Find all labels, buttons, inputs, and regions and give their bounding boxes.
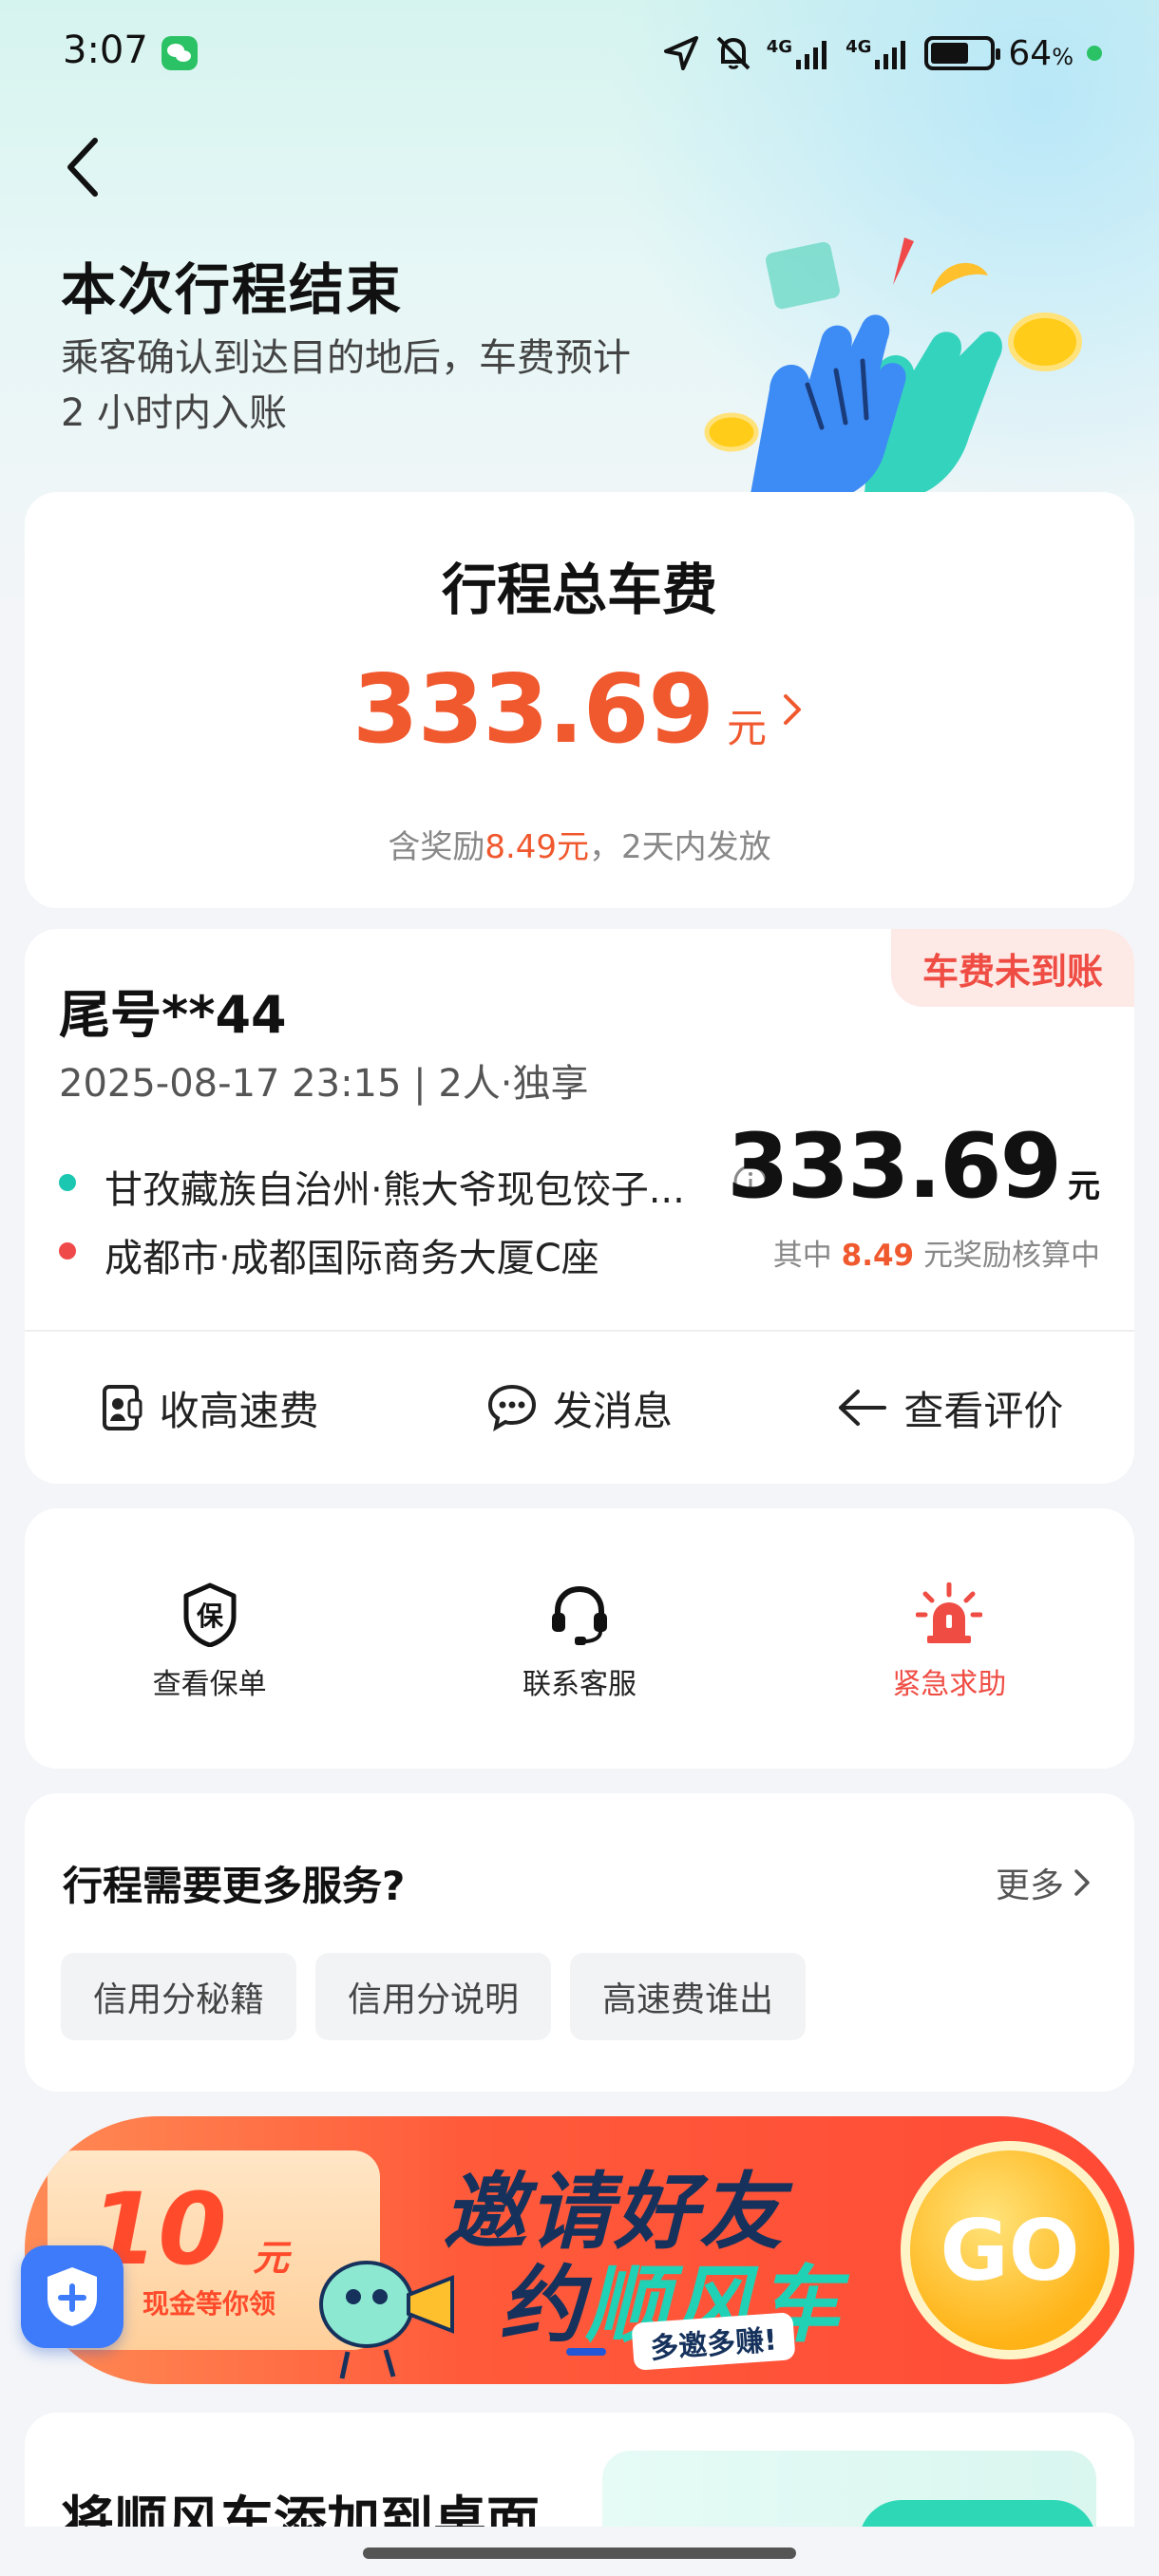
service-chips: 信用分秘籍 信用分说明 高速费谁出 [61, 1953, 807, 2040]
fare-summary-card: 行程总车费 333.69 元 含奖励8.49元，2天内发放 [25, 492, 1134, 908]
fare-amount: 333.69 [352, 653, 714, 765]
collect-toll-button[interactable]: 收高速费 [25, 1332, 394, 1484]
route-origin: 甘孜藏族自治州·熊大爷现包饺子... [104, 1168, 685, 1212]
trip-amount: 333.69 元 [727, 1115, 1100, 1219]
signal-bars-icon [875, 41, 906, 69]
page-subtitle: 乘客确认到达目的地后，车费预计 2 小时内入账 [61, 336, 631, 435]
home-indicator[interactable] [363, 2548, 796, 2559]
route-destination: 成都市·成都国际商务大厦C座 [104, 1237, 599, 1280]
view-insurance-button[interactable]: 保 查看保单 [25, 1508, 394, 1769]
network-type-1: 4G [766, 37, 793, 57]
chevron-right-icon [783, 693, 801, 725]
trip-actions: 收高速费 发消息 查看评价 [25, 1332, 1134, 1484]
trip-amount-unit: 元 [1068, 1167, 1100, 1205]
collect-toll-label: 收高速费 [159, 1387, 319, 1434]
destination-dot-icon [59, 1242, 76, 1260]
fare-bonus-note: 含奖励8.49元，2天内发放 [388, 828, 771, 866]
view-insurance-label: 查看保单 [152, 1668, 267, 1701]
signal-group-2: 4G [846, 37, 911, 69]
chevron-left-icon [67, 138, 98, 197]
go-button[interactable]: GO [901, 2141, 1119, 2359]
battery-icon [924, 36, 1001, 70]
contact-support-button[interactable]: 联系客服 [394, 1508, 764, 1769]
fare-amount-link[interactable]: 333.69 元 [25, 653, 1134, 765]
passenger-tail-number: 尾号**44 [59, 985, 287, 1045]
safety-shield-button[interactable] [21, 2245, 124, 2348]
status-time: 3:07 [63, 28, 148, 72]
view-review-button[interactable]: 查看评价 [765, 1332, 1134, 1484]
insurance-badge-text: 保 [197, 1601, 224, 1632]
emergency-help-label: 紧急求助 [892, 1668, 1007, 1701]
fare-title: 行程总车费 [441, 558, 717, 622]
trip-amount-value: 333.69 [727, 1115, 1062, 1219]
services-more-link[interactable]: 更多 [996, 1858, 1092, 1907]
trip-detail-card[interactable]: 车费未到账 尾号**44 2025-08-17 23:15 | 2人·独享 甘孜… [25, 929, 1134, 1484]
trip-bonus-note: 其中 8.49 元奖励核算中 [772, 1239, 1100, 1273]
page-title: 本次行程结束 [61, 257, 404, 322]
battery-level [931, 43, 968, 64]
view-review-label: 查看评价 [903, 1387, 1064, 1434]
status-indicators: 4G 4G 64% [662, 32, 1102, 74]
chip-toll-who-pays[interactable]: 高速费谁出 [570, 1953, 807, 2040]
bell-muted-icon [716, 36, 750, 70]
emergency-help-button[interactable]: 紧急求助 [765, 1508, 1134, 1769]
status-badge: 车费未到账 [891, 929, 1134, 1007]
contact-support-label: 联系客服 [522, 1668, 636, 1701]
coupon-unit: 元 [253, 2237, 290, 2279]
alarm-siren-icon [916, 1582, 983, 1643]
chip-credit-explanation[interactable]: 信用分说明 [315, 1953, 552, 2040]
status-bar: 3:07 4G 4G 64% [0, 0, 1159, 104]
celebration-hands-illustration [704, 237, 1082, 503]
battery-percent: 64% [1008, 33, 1074, 73]
network-type-2: 4G [846, 37, 872, 57]
coupon-note: 现金等你领 [142, 2288, 276, 2320]
location-arrow-icon [663, 36, 698, 70]
headset-icon [551, 1585, 607, 1645]
chip-credit-tips[interactable]: 信用分秘籍 [61, 1953, 297, 2040]
invite-friends-banner[interactable]: 10 元 现金等你领 邀请好友 约顺风车 多邀多赚! GO [25, 2116, 1134, 2384]
services-title: 行程需要更多服务? [63, 1863, 406, 1909]
chevron-right-icon [1074, 1869, 1090, 1896]
trip-bonus-amount: 8.49 [841, 1239, 915, 1273]
services-more-label: 更多 [995, 1866, 1064, 1905]
origin-dot-icon [59, 1174, 76, 1191]
back-button[interactable] [57, 131, 114, 203]
send-message-button[interactable]: 发消息 [394, 1332, 764, 1484]
fare-bonus-amount: 8.49元 [484, 828, 590, 866]
toll-receipt-icon [102, 1385, 142, 1430]
message-bubble-icon [487, 1384, 536, 1432]
privacy-indicator-dot [1087, 46, 1102, 61]
more-services-card: 行程需要更多服务? 更多 信用分秘籍 信用分说明 高速费谁出 [25, 1793, 1134, 2092]
signal-group-1: 4G [767, 37, 832, 69]
carousel-indicator [566, 2348, 606, 2356]
trip-meta: 2025-08-17 23:15 | 2人·独享 [59, 1062, 589, 1106]
shield-plus-icon [48, 2267, 97, 2326]
fare-unit: 元 [726, 705, 767, 751]
banner-tag: 多邀多赚! [631, 2312, 796, 2371]
insurance-shield-icon: 保 [183, 1582, 237, 1647]
arrow-left-icon [839, 1390, 887, 1426]
send-message-label: 发消息 [552, 1387, 673, 1434]
quick-actions-card: 保 查看保单 联系客服 紧急求助 [25, 1508, 1134, 1769]
signal-bars-icon [796, 41, 827, 69]
wechat-notification-icon [162, 36, 198, 70]
